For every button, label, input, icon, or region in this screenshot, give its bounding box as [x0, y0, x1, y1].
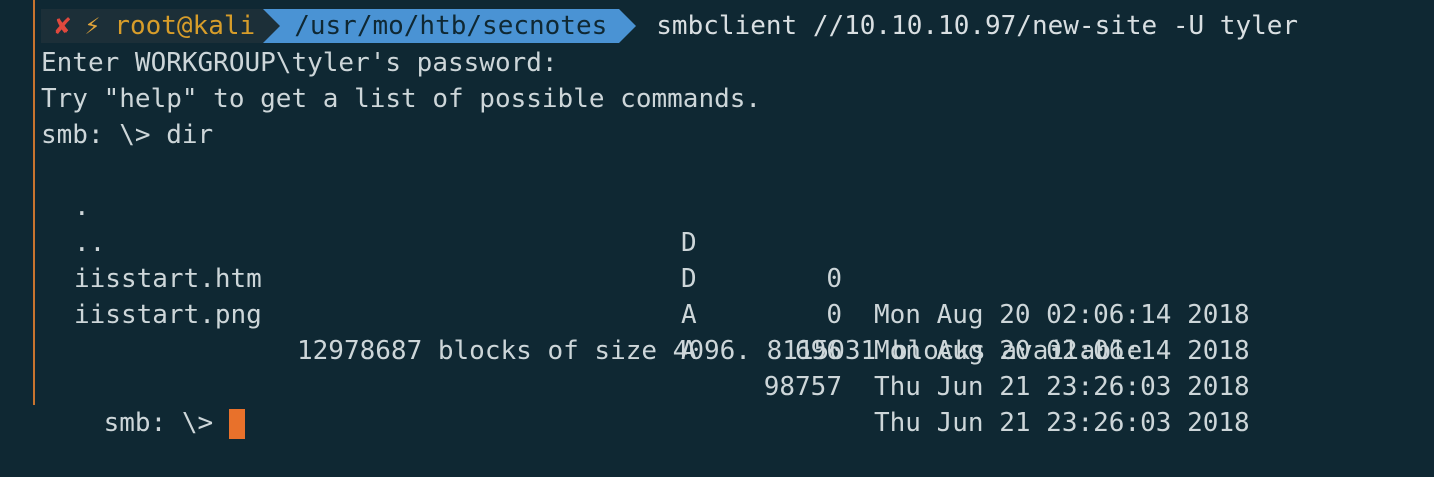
directory-entry: iisstart.png A 98757 Thu Jun 21 23:26:03… — [74, 261, 1274, 438]
entry-attr: A — [681, 300, 697, 330]
entry-date: Thu Jun 21 23:26:03 2018 — [874, 372, 1250, 402]
smb-command-line: smb: \> dir — [41, 120, 214, 150]
help-hint-line: Try "help" to get a list of possible com… — [41, 84, 762, 114]
powerline-separator — [619, 9, 637, 43]
powerline-separator — [263, 9, 281, 43]
directory-entry: iisstart.htm A 696 Thu Jun 21 23:26:03 2… — [74, 225, 1274, 402]
directory-entry: . D 0 Mon Aug 20 02:06:14 2018 — [74, 153, 1274, 330]
entry-date: Thu Jun 21 23:26:03 2018 — [874, 408, 1250, 438]
entry-size: 98757 — [763, 372, 842, 402]
entry-date: Mon Aug 20 02:06:14 2018 — [874, 300, 1250, 330]
smb-prompt-line[interactable]: smb: \> — [41, 369, 246, 439]
shell-prompt: ✘ ⚡ root@kali /usr/mo/htb/secnotes smbcl… — [41, 9, 1298, 43]
terminal-window[interactable]: ✘ ⚡ root@kali /usr/mo/htb/secnotes smbcl… — [0, 0, 1434, 439]
command-text: smbclient //10.10.10.97/new-site -U tyle… — [656, 11, 1299, 41]
lightning-icon: ⚡ — [84, 11, 101, 41]
entry-name: iisstart.png — [74, 300, 262, 330]
prompt-status-segment: ✘ ⚡ root@kali — [41, 9, 264, 43]
directory-entry: .. D 0 Mon Aug 20 02:06:14 2018 — [74, 189, 1274, 366]
pane-border — [33, 0, 35, 405]
smb-prompt: smb: \> — [103, 408, 214, 438]
entry-size: 0 — [826, 300, 842, 330]
password-prompt-line: Enter WORKGROUP\tyler's password: — [41, 48, 558, 78]
prompt-userhost: root@kali — [114, 11, 256, 41]
text-cursor[interactable] — [229, 408, 246, 439]
blocks-summary-line: 12978687 blocks of size 4096. 8115031 bl… — [297, 336, 1143, 366]
prompt-path: /usr/mo/htb/secnotes — [280, 9, 620, 43]
x-icon: ✘ — [55, 11, 71, 41]
